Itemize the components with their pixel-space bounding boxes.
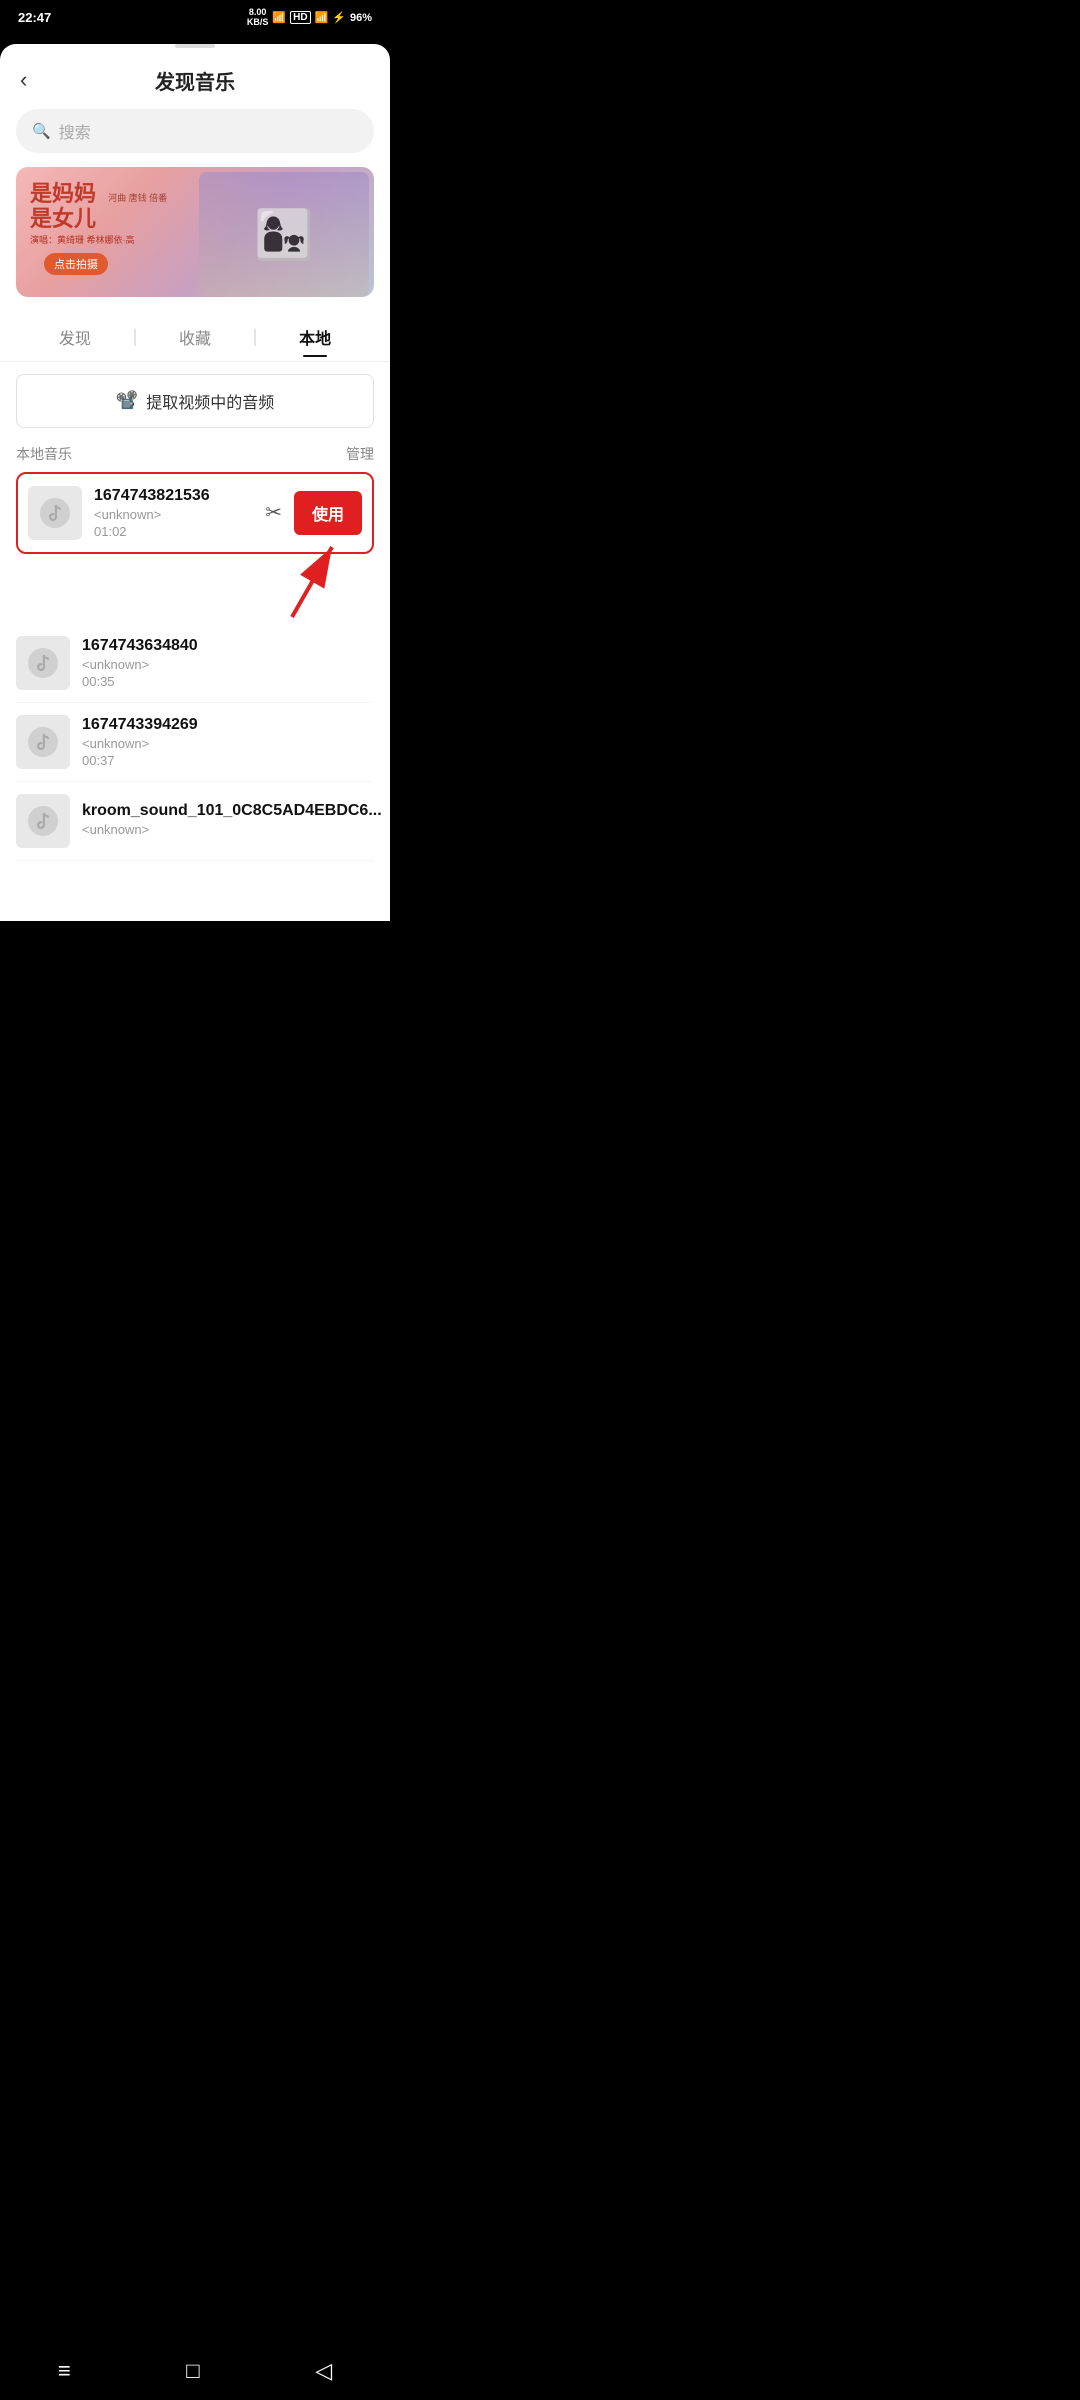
section-header: 本地音乐 管理 bbox=[0, 444, 390, 472]
header: ‹ 发现音乐 bbox=[0, 56, 390, 109]
music-info-2: 1674743634840 <unknown> 00:35 bbox=[82, 637, 374, 689]
extract-label: 提取视频中的音频 bbox=[146, 389, 274, 413]
tab-bar: 发现 | 收藏 | 本地 bbox=[0, 313, 390, 362]
tiktok-logo-icon-3 bbox=[27, 726, 59, 758]
use-button-1[interactable]: 使用 bbox=[294, 491, 362, 535]
music-artist-4: <unknown> bbox=[82, 822, 382, 837]
nav-home-icon[interactable]: □ bbox=[186, 2358, 199, 2384]
music-artist-2: <unknown> bbox=[82, 657, 374, 672]
music-thumb-3 bbox=[16, 715, 70, 769]
music-item-4[interactable]: kroom_sound_101_0C8C5AD4EBDC6... <unknow… bbox=[16, 782, 374, 861]
status-right: 8.00 KB/S 📶 HD 📶 ⚡ 96% bbox=[247, 8, 372, 28]
tiktok-logo-icon-2 bbox=[27, 647, 59, 679]
wifi-icon: 📶 bbox=[272, 11, 286, 24]
scissors-icon[interactable]: ✂ bbox=[265, 500, 282, 525]
banner-singer: 演唱：黄绮珊 希林娜依·高 bbox=[30, 233, 167, 246]
nav-menu-icon[interactable]: ≡ bbox=[58, 2358, 71, 2384]
tab-local[interactable]: 本地 bbox=[283, 317, 347, 357]
search-bar[interactable]: 🔍 搜索 bbox=[16, 109, 374, 153]
tab-divider-1: | bbox=[133, 326, 138, 347]
page-title: 发现音乐 bbox=[155, 66, 235, 95]
tab-discover[interactable]: 发现 bbox=[43, 317, 107, 357]
music-thumb-2 bbox=[16, 636, 70, 690]
drag-handle[interactable] bbox=[175, 44, 215, 48]
battery-level: 96% bbox=[350, 12, 372, 24]
music-item-2[interactable]: 1674743634840 <unknown> 00:35 bbox=[16, 624, 374, 703]
music-duration-2: 00:35 bbox=[82, 674, 374, 689]
music-info-1: 1674743821536 <unknown> 01:02 bbox=[94, 487, 253, 539]
banner-text: 是妈妈 河曲 唐钱 倍番 是女儿 演唱：黄绮珊 希林娜依·高 点击拍摄 bbox=[30, 181, 167, 247]
section-title: 本地音乐 bbox=[16, 444, 72, 464]
extract-icon: 📽️ bbox=[116, 390, 138, 411]
music-name-4: kroom_sound_101_0C8C5AD4EBDC6... bbox=[82, 802, 382, 820]
music-duration-1: 01:02 bbox=[94, 524, 253, 539]
banner-title-line1: 是妈妈 河曲 唐钱 倍番 bbox=[30, 181, 167, 206]
music-list: 1674743821536 <unknown> 01:02 ✂ 使用 bbox=[0, 472, 390, 861]
bottom-nav: ≡ □ ◁ bbox=[0, 2346, 390, 2400]
main-content: ‹ 发现音乐 🔍 搜索 是妈妈 河曲 唐钱 倍番 是女儿 演唱：黄绮珊 希林娜依… bbox=[0, 44, 390, 921]
nav-back-icon[interactable]: ◁ bbox=[315, 2358, 332, 2384]
music-actions-1: ✂ 使用 bbox=[265, 491, 362, 535]
music-item-3[interactable]: 1674743394269 <unknown> 00:37 bbox=[16, 703, 374, 782]
music-item-1[interactable]: 1674743821536 <unknown> 01:02 ✂ 使用 bbox=[16, 472, 374, 554]
search-input[interactable]: 搜索 bbox=[59, 119, 91, 143]
music-name-2: 1674743634840 bbox=[82, 637, 374, 655]
manage-button[interactable]: 管理 bbox=[346, 444, 374, 464]
status-bar: 22:47 8.00 KB/S 📶 HD 📶 ⚡ 96% bbox=[0, 0, 390, 34]
banner-cta[interactable]: 点击拍摄 bbox=[44, 253, 108, 275]
music-thumb-1 bbox=[28, 486, 82, 540]
hd-badge: HD bbox=[290, 11, 310, 24]
music-artist-3: <unknown> bbox=[82, 736, 374, 751]
banner-figures: 👩‍👧 bbox=[194, 167, 374, 297]
banner[interactable]: 是妈妈 河曲 唐钱 倍番 是女儿 演唱：黄绮珊 希林娜依·高 点击拍摄 👩‍👧 bbox=[16, 167, 374, 297]
music-name-3: 1674743394269 bbox=[82, 716, 374, 734]
back-button[interactable]: ‹ bbox=[20, 67, 27, 93]
search-icon: 🔍 bbox=[32, 122, 51, 140]
music-thumb-4 bbox=[16, 794, 70, 848]
network-speed: 8.00 KB/S bbox=[247, 8, 269, 28]
tiktok-logo-icon-4 bbox=[27, 805, 59, 837]
signal-icon: 📶 bbox=[315, 11, 329, 24]
tiktok-logo-icon bbox=[39, 497, 71, 529]
music-duration-3: 00:37 bbox=[82, 753, 374, 768]
tab-divider-2: | bbox=[253, 326, 258, 347]
banner-title-line2: 是女儿 bbox=[30, 206, 167, 231]
battery-icon: ⚡ bbox=[332, 11, 346, 24]
music-artist-1: <unknown> bbox=[94, 507, 253, 522]
music-name-1: 1674743821536 bbox=[94, 487, 253, 505]
tab-favorites[interactable]: 收藏 bbox=[163, 317, 227, 357]
music-info-3: 1674743394269 <unknown> 00:37 bbox=[82, 716, 374, 768]
status-time: 22:47 bbox=[18, 10, 51, 25]
music-info-4: kroom_sound_101_0C8C5AD4EBDC6... <unknow… bbox=[82, 802, 382, 839]
extract-audio-button[interactable]: 📽️ 提取视频中的音频 bbox=[16, 374, 374, 428]
arrow-annotation bbox=[272, 537, 352, 632]
